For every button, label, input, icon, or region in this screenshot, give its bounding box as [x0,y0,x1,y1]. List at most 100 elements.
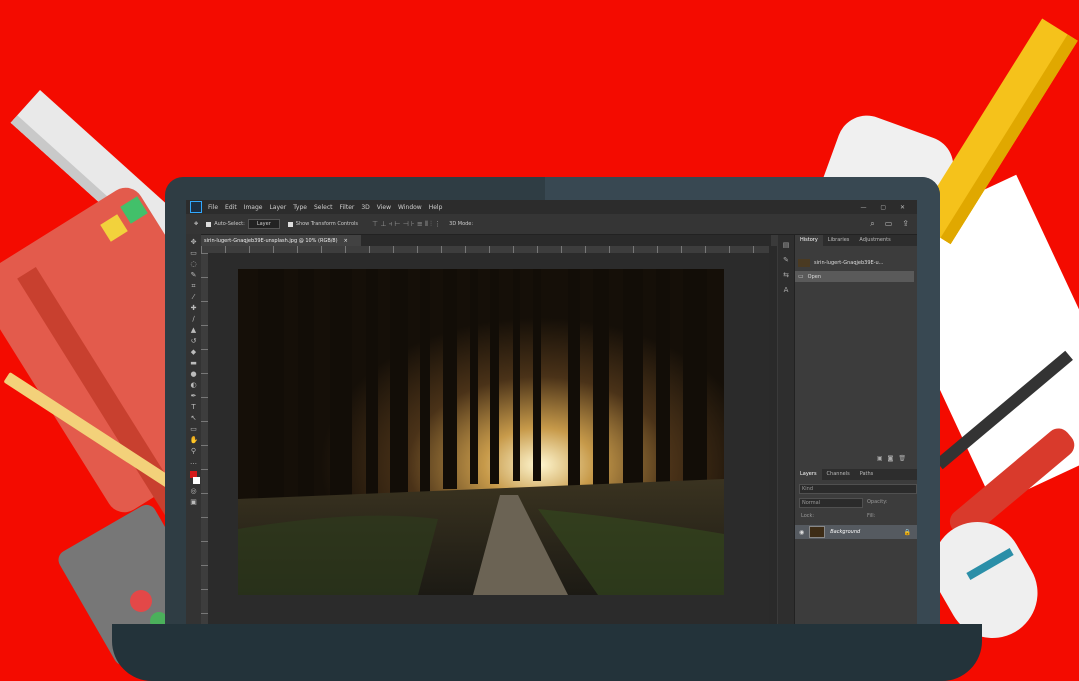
blend-mode-dropdown[interactable]: Normal [799,498,863,508]
menu-bar: File Edit Image Layer Type Select Filter… [186,200,917,214]
menu-image[interactable]: Image [244,204,263,211]
canvas-scrollbar[interactable] [769,246,777,624]
calculator-button-red [130,590,152,612]
document-tab-title: sirin-lugert-Gnaqjeb39E-unsplash.jpg @ 1… [204,237,338,244]
new-document-from-state-icon[interactable]: ▣ [877,455,888,462]
window-controls[interactable]: — ▢ ✕ [860,204,911,211]
menu-layer[interactable]: Layer [269,204,286,211]
opacity-control[interactable]: Opacity: [865,498,915,506]
forest-photo-image [238,269,724,595]
menu-view[interactable]: View [377,204,391,211]
type-tool-icon[interactable]: T [190,403,198,411]
menu-window[interactable]: Window [398,204,422,211]
blur-tool-icon[interactable]: ● [190,370,198,378]
brush-tool-icon[interactable]: ∕ [190,315,198,323]
transform-controls-checkbox[interactable] [287,221,293,227]
3d-mode-label: 3D Mode: [449,221,474,227]
auto-select-checkbox[interactable] [206,221,212,227]
quick-select-tool-icon[interactable]: ✎ [190,271,198,279]
gradient-tool-icon[interactable]: ▬ [190,359,198,367]
document-tab[interactable]: sirin-lugert-Gnaqjeb39E-unsplash.jpg @ 1… [201,235,365,246]
snapshot-label: sirin-lugert-Gnaqjeb39E-u... [814,259,884,266]
search-icon[interactable]: ⌕ [870,219,874,229]
pen-tool-icon[interactable]: ✒ [190,392,198,400]
history-open-row[interactable]: ▭ Open [795,271,914,282]
transform-controls-option[interactable]: Show Transform Controls [287,221,358,227]
workspace-icons: ⌕ ▭ ⇪ [870,219,909,229]
tab-history[interactable]: History [795,235,823,246]
adjustments-icon[interactable]: ⇆ [781,271,791,279]
eraser-tool-icon[interactable]: ◆ [190,348,198,356]
layers-panel-tabs: Layers Channels Paths [795,469,917,480]
workspace-icon[interactable]: ▭ [885,219,893,229]
character-panel-icon[interactable]: A [781,286,791,294]
quick-mask-icon[interactable]: ◎ [190,487,198,495]
filter-kind-label: Kind [802,486,814,492]
layer-row-background[interactable]: ◉ Background 🔒 [795,525,917,539]
shape-tool-icon[interactable]: ▭ [190,425,198,433]
trash-icon[interactable]: 🗑 [898,455,911,462]
lock-icon: 🔒 [903,528,911,536]
fill-label: Fill: [867,513,876,519]
menu-type[interactable]: Type [293,204,307,211]
layer-filter-dropdown[interactable]: Kind [799,484,917,494]
lasso-tool-icon[interactable]: ◌ [190,260,198,268]
history-panel-icon[interactable]: ▤ [781,241,791,249]
snapshot-thumbnail [798,258,810,267]
laptop-base [112,624,982,681]
eyedropper-tool-icon[interactable]: ⁄ [190,293,198,301]
auto-select-label: Auto-Select: [214,221,245,227]
history-open-label: Open [807,273,822,280]
lock-controls[interactable]: Lock: [799,512,861,520]
marquee-tool-icon[interactable]: ▭ [190,249,198,257]
move-tool-options[interactable]: ✥ [194,221,198,227]
tab-layers[interactable]: Layers [795,469,822,480]
tools-panel: ✥ ▭ ◌ ✎ ⌗ ⁄ ✚ ∕ ▲ ↺ ◆ ▬ ● ◐ ✒ T ↖ ▭ ✋ ⚲ … [186,234,202,624]
opacity-label: Opacity: [867,499,888,505]
photoshop-logo-icon [190,201,202,213]
align-icons[interactable]: ⊤ ⊥ ⫞ ⊢ ⊣ ⊦ ≡ ⫴ ⫶ ⋮ [372,220,441,229]
menu-filter[interactable]: Filter [340,204,355,211]
screen-mode-icon[interactable]: ▣ [190,498,198,506]
tab-adjustments[interactable]: Adjustments [854,235,895,246]
auto-select-dropdown[interactable]: Layer [247,219,280,229]
tab-channels[interactable]: Channels [822,469,855,480]
brush-settings-icon[interactable]: ✎ [781,256,791,264]
right-panels: History Libraries Adjustments sirin-luge… [795,235,917,624]
crop-tool-icon[interactable]: ⌗ [190,282,198,290]
document-tabs-strip [361,235,771,246]
photoshop-window: File Edit Image Layer Type Select Filter… [186,200,917,624]
history-panel-actions[interactable]: ▣◙🗑 [877,455,911,462]
hand-tool-icon[interactable]: ✋ [190,436,199,444]
dodge-tool-icon[interactable]: ◐ [190,381,198,389]
auto-select-option[interactable]: Auto-Select: Layer [206,219,280,229]
camera-icon[interactable]: ◙ [888,455,899,462]
menu-edit[interactable]: Edit [225,204,237,211]
fill-control[interactable]: Fill: [865,512,915,520]
history-snapshot-row[interactable]: sirin-lugert-Gnaqjeb39E-u... [795,257,914,268]
share-icon[interactable]: ⇪ [902,219,909,229]
document-tab-close-icon[interactable]: × [344,238,348,244]
stamp-tool-icon[interactable]: ▲ [190,326,198,334]
visibility-eye-icon[interactable]: ◉ [799,529,804,536]
forest-photo[interactable] [238,269,724,595]
healing-tool-icon[interactable]: ✚ [190,304,198,312]
move-tool-icon[interactable]: ✥ [190,238,198,246]
options-bar: ✥ Auto-Select: Layer Show Transform Cont… [186,214,917,235]
path-select-tool-icon[interactable]: ↖ [190,414,198,422]
layer-name: Background [830,529,861,535]
menu-help[interactable]: Help [429,204,443,211]
history-brush-tool-icon[interactable]: ↺ [190,337,198,345]
menu-3d[interactable]: 3D [361,204,369,211]
menu-select[interactable]: Select [314,204,333,211]
background-color-swatch[interactable] [193,477,200,484]
tab-libraries[interactable]: Libraries [823,235,855,246]
zoom-tool-icon[interactable]: ⚲ [190,447,198,455]
panel-icon-strip: ▤ ✎ ⇆ A [778,235,795,624]
tab-paths[interactable]: Paths [855,469,879,480]
more-tools-icon[interactable]: … [190,458,198,466]
history-panel-tabs: History Libraries Adjustments [795,235,917,246]
menu-file[interactable]: File [208,204,218,211]
layer-thumbnail [809,526,826,538]
lock-label: Lock: [801,513,815,519]
